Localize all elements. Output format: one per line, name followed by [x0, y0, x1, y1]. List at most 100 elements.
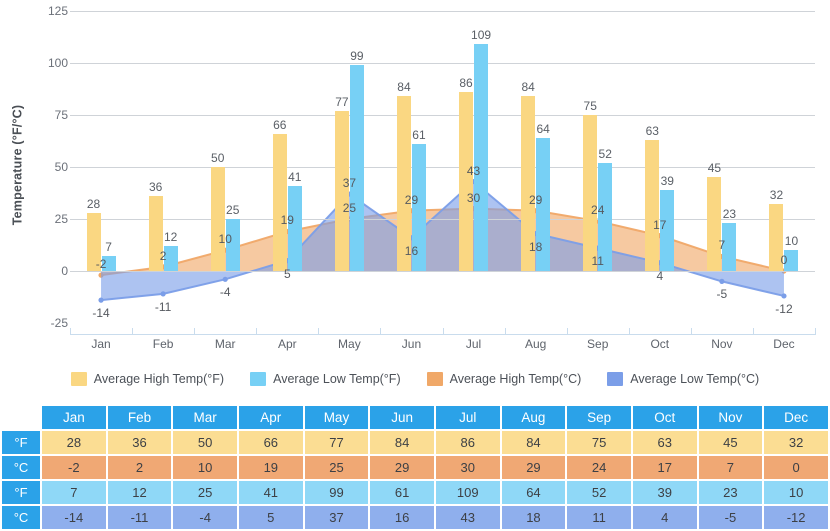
table-cell-hi-f-feb: 36: [107, 431, 172, 454]
legend-swatch-icon: [250, 372, 267, 386]
bar-value-label: 41: [288, 169, 302, 184]
legend-label: Average Low Temp(°F): [273, 372, 401, 386]
legend-item-2[interactable]: Average High Temp(°C): [426, 372, 581, 386]
x-axis-label-jan: Jan: [91, 337, 111, 351]
plot-area: 28 36 50 66 77 84 86 84 75 63 45 32 7 12 25 41 99 61 109 64…: [70, 11, 815, 323]
area-value-label: 24: [591, 203, 605, 218]
bar-value-label: 7: [105, 240, 112, 255]
bar-low-f-apr: [287, 185, 302, 271]
gridline: [70, 271, 815, 272]
gridline: [70, 115, 815, 116]
x-axis-label-feb: Feb: [152, 337, 174, 351]
table-cell-hi-f-apr: 66: [238, 431, 303, 454]
legend-label: Average High Temp(°F): [93, 372, 225, 386]
x-axis-label-oct: Oct: [650, 337, 670, 351]
bar-low-f-jul: [474, 44, 489, 271]
x-axis-tick: [628, 328, 630, 335]
table-row: °C -14 -11 -4 5 37 16 43 18 11 4 -5 -12: [2, 506, 828, 529]
table-cell-hi-f-may: 77: [304, 431, 369, 454]
area-value-label: 17: [653, 217, 667, 232]
area-value-label: 37: [342, 176, 357, 191]
x-axis-label-mar: Mar: [214, 337, 236, 351]
table-cell-hi-f-oct: 63: [632, 431, 697, 454]
y-tick-label: 50: [54, 160, 68, 174]
table-header-jul: Jul: [435, 406, 500, 429]
bar-value-label: 23: [722, 207, 737, 222]
area-value-label: 4: [656, 268, 664, 283]
table-cell-hi-c-jun: 29: [370, 456, 434, 479]
table-row-unit-1: °C: [2, 456, 40, 479]
table-corner-cell: [2, 406, 40, 429]
table-cell-lo-c-nov: -5: [698, 506, 763, 529]
gridline: [70, 11, 815, 12]
legend-swatch-icon: [70, 372, 87, 386]
x-axis-label-may: May: [338, 337, 361, 351]
bar-value-label: 12: [163, 230, 178, 245]
legend-label: Average Low Temp(°C): [630, 372, 760, 386]
table-cell-hi-f-sep: 75: [567, 431, 631, 454]
table-cell-hi-f-mar: 50: [173, 431, 237, 454]
bar-value-label: 10: [784, 234, 799, 249]
table-cell-lo-f-aug: 64: [501, 481, 566, 504]
data-point: [781, 293, 787, 299]
table-cell-lo-c-oct: 4: [632, 506, 697, 529]
chart-legend: Average High Temp(°F) Average Low Temp(°F…: [0, 365, 830, 393]
table-cell-hi-c-nov: 7: [698, 456, 763, 479]
bar-value-label: 32: [769, 188, 784, 203]
x-axis-label-aug: Aug: [524, 337, 547, 351]
table-header-feb: Feb: [107, 406, 172, 429]
data-point: [98, 297, 104, 303]
area-value-label: -14: [92, 306, 110, 321]
table-cell-lo-c-jun: 16: [370, 506, 434, 529]
bar-high-f-jul: [459, 92, 474, 271]
table-cell-hi-f-aug: 84: [501, 431, 566, 454]
table-cell-hi-c-dec: 0: [764, 456, 828, 479]
legend-swatch-icon: [426, 372, 443, 386]
x-axis-tick: [132, 328, 134, 335]
legend-item-1[interactable]: Average Low Temp(°F): [250, 372, 401, 386]
legend-item-0[interactable]: Average High Temp(°F): [70, 372, 225, 386]
temperature-chart: Temperature (°F/°C) 125 100 75 50 25 0 -25 28 3…: [0, 0, 830, 400]
bar-value-label: 109: [471, 28, 492, 43]
area-value-label: 19: [280, 213, 294, 228]
table-cell-hi-f-nov: 45: [698, 431, 763, 454]
bar-value-label: 25: [226, 203, 240, 217]
table-cell-lo-f-feb: 12: [107, 481, 172, 504]
table-header-nov: Nov: [698, 406, 763, 429]
table-header-sep: Sep: [567, 406, 631, 429]
table-cell-hi-c-sep: 24: [567, 456, 631, 479]
area-value-label: 29: [528, 192, 543, 207]
bar-value-label: 28: [86, 196, 101, 211]
area-value-label: 5: [283, 266, 291, 281]
table-cell-lo-f-nov: 23: [698, 481, 763, 504]
x-axis-tick: [318, 328, 320, 335]
table-cell-hi-c-aug: 29: [501, 456, 566, 479]
bar-value-label: 36: [148, 180, 163, 195]
x-axis-tick: [380, 328, 382, 335]
area-value-label: 11: [591, 254, 604, 269]
x-axis-tick: [70, 328, 71, 335]
bar-high-f-oct: [645, 139, 660, 271]
bar-value-label: 45: [707, 161, 722, 176]
area-value-label: 2: [159, 248, 167, 263]
bar-value-label: 63: [645, 123, 659, 138]
x-axis-label-jun: Jun: [401, 337, 422, 351]
area-value-label: 0: [780, 253, 788, 267]
data-point: [719, 278, 725, 284]
x-axis-label-apr: Apr: [277, 337, 297, 351]
y-tick-label: 100: [47, 56, 68, 70]
table-header-jun: Jun: [370, 406, 434, 429]
x-axis-label-jul: Jul: [465, 337, 482, 351]
table-header-row: Jan Feb Mar Apr May Jun Jul Aug Sep Oct Nov Dec: [2, 406, 828, 429]
bar-high-f-may: [334, 110, 349, 271]
area-value-label: 7: [718, 238, 726, 253]
table-cell-lo-f-sep: 52: [567, 481, 631, 504]
x-axis-label-dec: Dec: [773, 337, 795, 351]
gridline: [70, 219, 815, 220]
table-header-mar: Mar: [173, 406, 237, 429]
table-cell-lo-f-mar: 25: [173, 481, 237, 504]
area-value-label: 16: [404, 243, 419, 258]
x-axis-tick: [194, 328, 196, 335]
legend-item-3[interactable]: Average Low Temp(°C): [607, 372, 759, 386]
table-header-dec: Dec: [764, 406, 828, 429]
